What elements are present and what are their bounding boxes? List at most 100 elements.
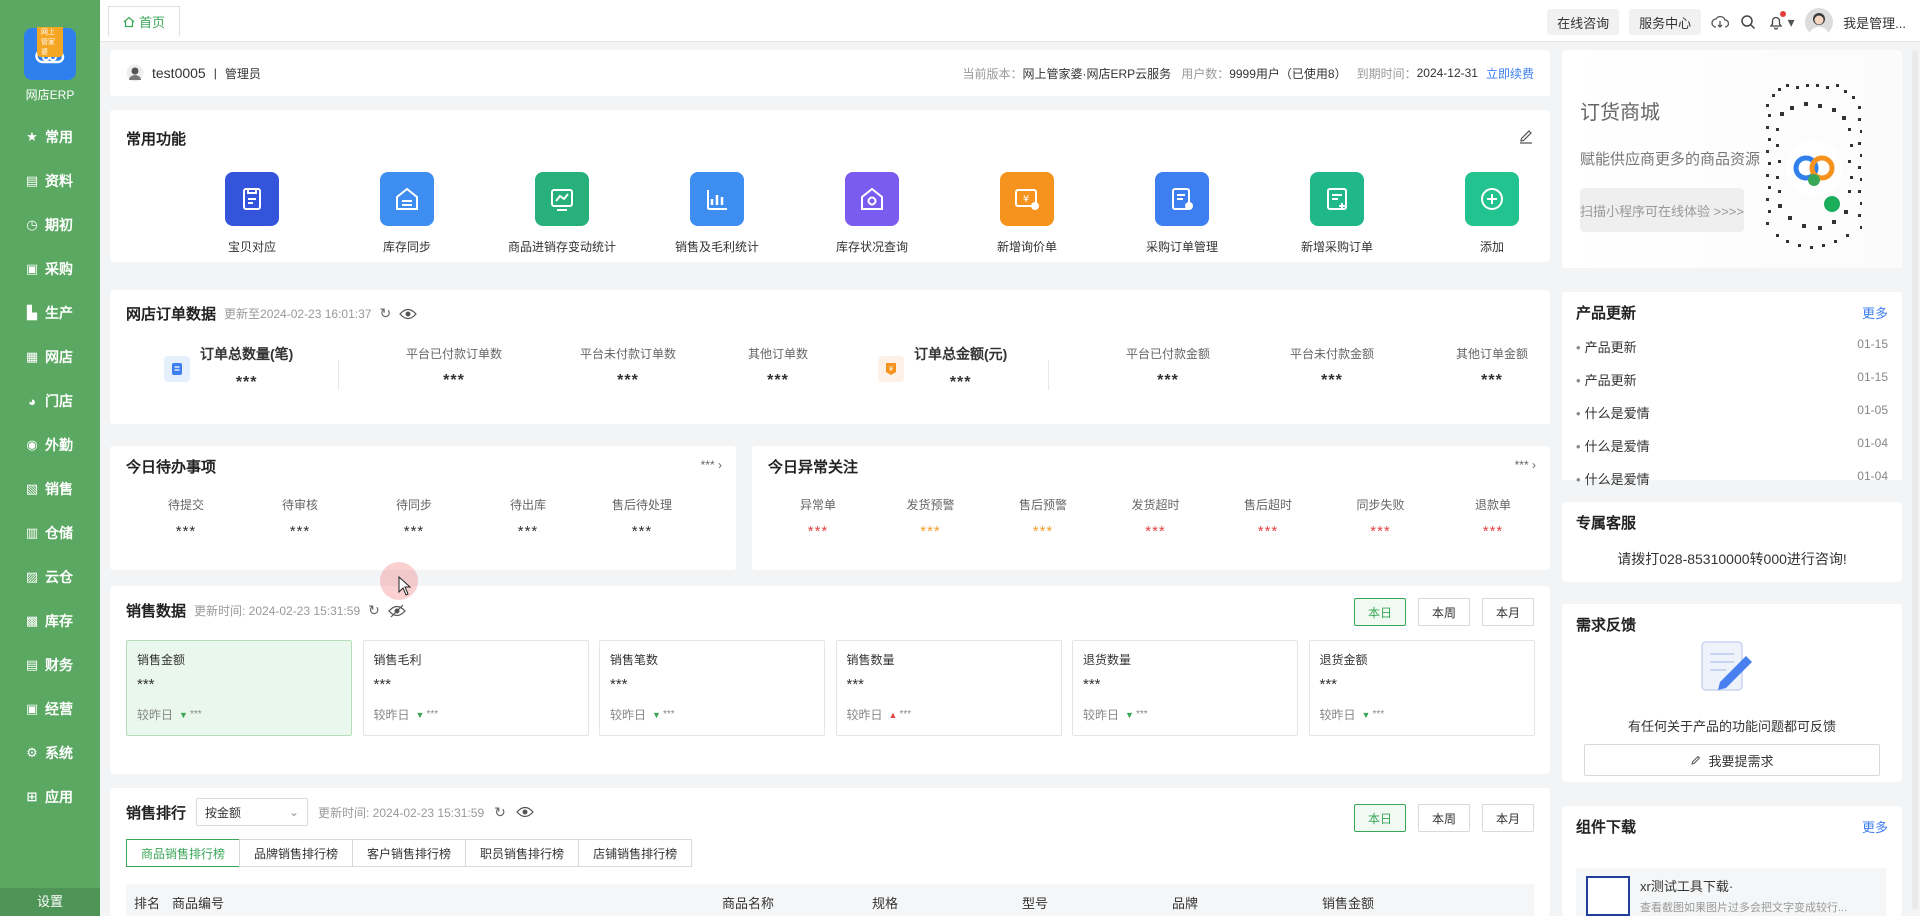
- quick-function-button[interactable]: 商品进销存变动统计: [502, 172, 622, 255]
- ranking-range-today[interactable]: 本日: [1354, 804, 1406, 832]
- search-icon[interactable]: [1739, 13, 1757, 31]
- sidebar-item[interactable]: ▤ 资料: [0, 159, 100, 203]
- update-item[interactable]: • 产品更新 01-15: [1576, 370, 1888, 389]
- app-logo[interactable]: 网上管家婆: [24, 27, 76, 80]
- quick-function-button[interactable]: 库存同步: [347, 172, 467, 255]
- bell-icon[interactable]: [1767, 11, 1787, 31]
- update-item[interactable]: • 什么是爱情 01-04: [1576, 469, 1888, 488]
- todo-panel: 今日待办事项 *** › 待提交 *** 待审核 *** 待同步 *** 待出库 *** 售后待…: [110, 446, 736, 570]
- sales-range-week[interactable]: 本周: [1418, 598, 1470, 626]
- eye-icon[interactable]: [399, 308, 417, 320]
- update-item[interactable]: • 产品更新 01-15: [1576, 337, 1888, 356]
- ranking-column-header[interactable]: 规格: [872, 893, 898, 912]
- abnormal-item[interactable]: 同步失败 ***: [1321, 496, 1441, 540]
- abnormal-more-link[interactable]: *** ›: [1515, 458, 1536, 472]
- edit-icon[interactable]: [1518, 128, 1534, 144]
- sort-select[interactable]: 按金额 ⌄: [196, 798, 309, 826]
- avatar[interactable]: [1805, 8, 1834, 36]
- sidebar-item[interactable]: ◷ 期初: [0, 203, 100, 247]
- sales-metric-card[interactable]: 退货金额 *** 较昨日 ▼ ***: [1308, 640, 1535, 736]
- refresh-icon[interactable]: ↻: [379, 305, 391, 322]
- quick-function-button[interactable]: 添加: [1432, 172, 1552, 255]
- update-item[interactable]: • 什么是爱情 01-05: [1576, 403, 1888, 422]
- feedback-button[interactable]: 我要提需求: [1584, 744, 1880, 776]
- sidebar-item-label: 应用: [45, 789, 73, 805]
- ranking-column-header[interactable]: 品牌: [1172, 893, 1198, 912]
- sidebar-item[interactable]: ▨ 云仓: [0, 555, 100, 599]
- abnormal-item[interactable]: 发货超时 ***: [1096, 496, 1216, 540]
- sidebar-item[interactable]: ▤ 财务: [0, 643, 100, 687]
- feedback-button-label: 我要提需求: [1708, 753, 1774, 769]
- ranking-tab[interactable]: 品牌销售排行榜: [239, 839, 354, 867]
- quick-function-button[interactable]: ¥ 新增询价单: [967, 172, 1087, 255]
- abnormal-item[interactable]: 退款单 ***: [1433, 496, 1553, 540]
- refresh-icon[interactable]: ↻: [494, 804, 506, 821]
- sales-metric-card[interactable]: 销售笔数 *** 较昨日 ▼ ***: [599, 640, 825, 736]
- update-item-date: 01-05: [1857, 403, 1888, 417]
- quick-function-button[interactable]: 新增采购订单: [1277, 172, 1397, 255]
- online-consult-button[interactable]: 在线咨询: [1547, 9, 1620, 35]
- sales-metric-card[interactable]: 销售数量 *** 较昨日 ▲ ***: [835, 640, 1062, 736]
- sidebar-item[interactable]: ▧ 销售: [0, 467, 100, 511]
- ranking-column-header[interactable]: 排名: [134, 893, 160, 912]
- ranking-column-header[interactable]: 商品名称: [722, 893, 774, 912]
- refresh-icon[interactable]: ↻: [368, 602, 380, 619]
- update-item[interactable]: • 什么是爱情 01-04: [1576, 436, 1888, 455]
- sidebar-item[interactable]: ▦ 网店: [0, 335, 100, 379]
- ranking-range-month[interactable]: 本月: [1482, 804, 1534, 832]
- downloads-more-link[interactable]: 更多: [1862, 817, 1888, 836]
- sidebar-item[interactable]: ▩ 库存: [0, 599, 100, 643]
- order-stat-label: 平台未付款订单数: [579, 347, 676, 361]
- settings-button[interactable]: 设置: [0, 888, 100, 916]
- ranking-tab[interactable]: 职员销售排行榜: [465, 839, 580, 867]
- sales-metric-card[interactable]: 退货数量 *** 较昨日 ▼ ***: [1072, 640, 1298, 736]
- plus-circle-icon: [1465, 172, 1519, 226]
- ranking-column-header[interactable]: 销售金额: [1322, 893, 1374, 912]
- user-name[interactable]: 我是管理...: [1843, 13, 1906, 32]
- renew-link[interactable]: 立即续费: [1486, 65, 1534, 82]
- ranking-tab[interactable]: 商品销售排行榜: [126, 839, 241, 867]
- sidebar-item[interactable]: ◕ 门店: [0, 379, 100, 423]
- sales-range-today[interactable]: 本日: [1354, 598, 1406, 626]
- quick-function-button[interactable]: 采购订单管理: [1122, 172, 1242, 255]
- cloud-download-icon[interactable]: [1711, 13, 1730, 31]
- mall-cta-button[interactable]: 扫描小程序可在线体验 >>>>: [1580, 188, 1744, 232]
- ranking-column-header[interactable]: 型号: [1022, 893, 1048, 912]
- eye-icon[interactable]: [516, 806, 534, 818]
- service-center-button[interactable]: 服务中心: [1629, 9, 1702, 35]
- ranking-column-header[interactable]: 商品编号: [172, 893, 224, 912]
- quick-function-button[interactable]: 宝贝对应: [192, 172, 312, 255]
- sales-metric-value: ***: [1319, 676, 1338, 693]
- ranking-tab[interactable]: 店铺销售排行榜: [578, 839, 693, 867]
- abnormal-item[interactable]: 售后超时 ***: [1208, 496, 1328, 540]
- eye-off-icon[interactable]: [388, 604, 406, 618]
- sidebar-item[interactable]: ⊞ 应用: [0, 775, 100, 819]
- download-item[interactable]: xr测试工具下载· 查看截图如果图片过多会把文字变成较行...: [1576, 868, 1886, 916]
- abnormal-item[interactable]: 异常单 ***: [758, 496, 878, 540]
- chart-monitor-icon: [535, 172, 589, 226]
- sales-metric-label: 退货数量: [1083, 653, 1132, 667]
- abnormal-item[interactable]: 发货预警 ***: [871, 496, 991, 540]
- ranking-tab[interactable]: 客户销售排行榜: [352, 839, 467, 867]
- sidebar-item[interactable]: ▣ 经营: [0, 687, 100, 731]
- sales-ranking-panel: 销售排行 按金额 ⌄ 更新时间: 2024-02-23 15:31:59 ↻ 本…: [110, 788, 1550, 916]
- caret-down-icon[interactable]: ▾: [1787, 13, 1795, 31]
- tab-home[interactable]: 首页: [108, 6, 181, 36]
- sidebar-item[interactable]: ◉ 外勤: [0, 423, 100, 467]
- todo-more-link[interactable]: *** ›: [701, 458, 722, 472]
- sales-metric-card[interactable]: 销售毛利 *** 较昨日 ▼ ***: [362, 640, 589, 736]
- sales-metric-card[interactable]: 销售金额 *** 较昨日 ▼ ***: [126, 640, 352, 736]
- abnormal-item[interactable]: 售后预警 ***: [983, 496, 1103, 540]
- sidebar-item[interactable]: ▙ 生产: [0, 291, 100, 335]
- sidebar-item[interactable]: ▣ 采购: [0, 247, 100, 291]
- sidebar-item[interactable]: ★ 常用: [0, 115, 100, 159]
- sidebar-item[interactable]: ⚙ 系统: [0, 731, 100, 775]
- sidebar-item[interactable]: ▥ 仓储: [0, 511, 100, 555]
- todo-item[interactable]: 售后待处理 ***: [572, 496, 712, 540]
- quick-function-button[interactable]: 销售及毛利统计: [657, 172, 777, 255]
- ranking-range-week[interactable]: 本周: [1418, 804, 1470, 832]
- updates-more-link[interactable]: 更多: [1862, 303, 1888, 322]
- quick-function-button[interactable]: 库存状况查询: [812, 172, 932, 255]
- scrollbar[interactable]: [1912, 50, 1918, 910]
- sales-range-month[interactable]: 本月: [1482, 598, 1534, 626]
